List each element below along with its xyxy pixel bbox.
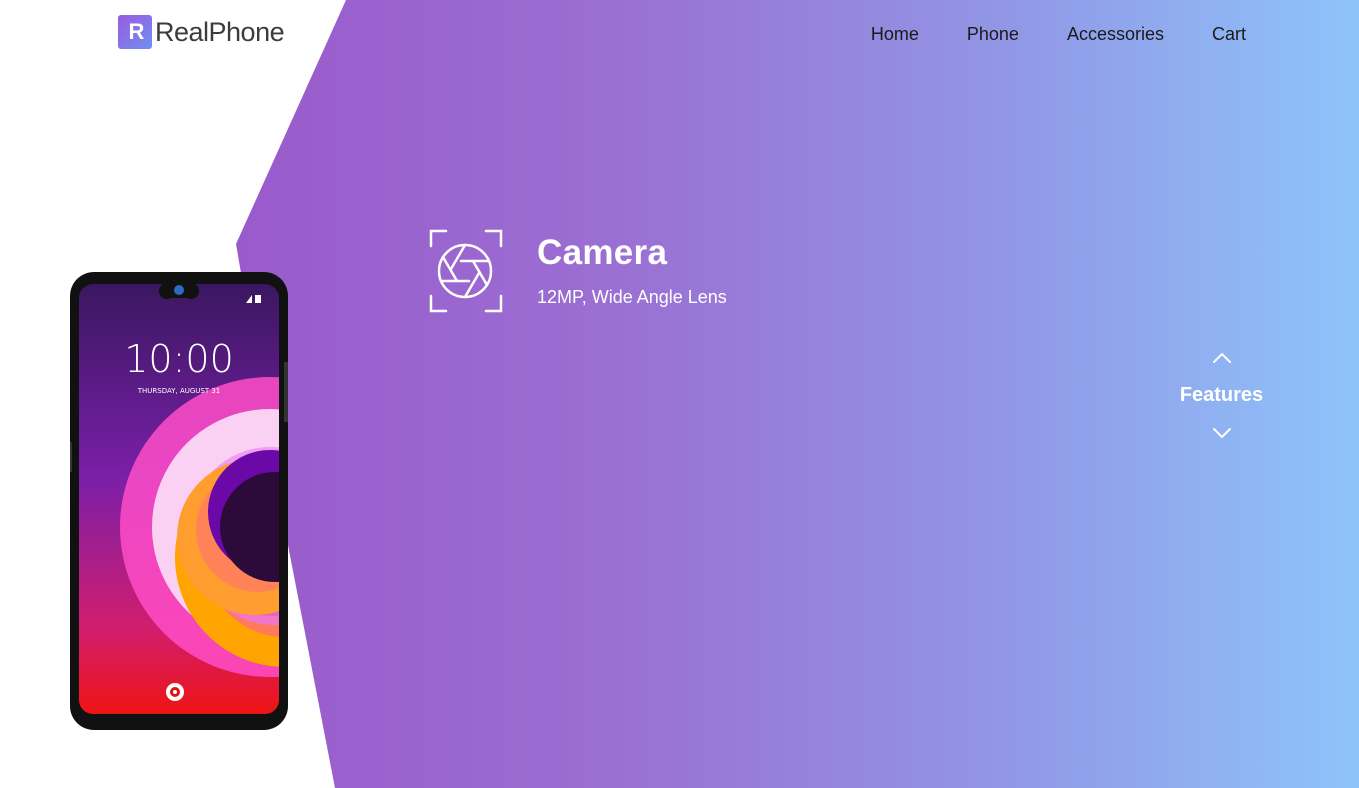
- feature-text: Camera 12MP, Wide Angle Lens: [537, 228, 727, 308]
- camera-aperture-icon: [429, 229, 503, 313]
- chevron-up-icon: [1212, 352, 1231, 363]
- nav-item-accessories[interactable]: Accessories: [1067, 24, 1164, 45]
- chevron-down-icon: [1212, 428, 1231, 439]
- nav-item-cart[interactable]: Cart: [1212, 24, 1246, 45]
- brand-logo-mark: R: [118, 15, 152, 49]
- pager-down-button[interactable]: [1210, 423, 1234, 443]
- brand-logo[interactable]: R RealPhone: [118, 15, 285, 49]
- feature-block: Camera 12MP, Wide Angle Lens: [428, 228, 727, 314]
- brand-name: RealPhone: [155, 16, 285, 47]
- phone-date: THURSDAY, AUGUST 31: [137, 387, 221, 395]
- pager-up-button[interactable]: [1210, 348, 1234, 368]
- phone-product-image: 10:00 THURSDAY, AUGUST 31: [70, 272, 288, 730]
- feature-pager: Features: [1175, 348, 1268, 443]
- pager-label: Features: [1179, 384, 1264, 406]
- nav-item-phone[interactable]: Phone: [967, 24, 1019, 45]
- feature-title: Camera: [537, 233, 668, 272]
- phone-clock: 10:00: [124, 337, 234, 381]
- feature-subtitle: 12MP, Wide Angle Lens: [537, 287, 727, 307]
- nav-item-home[interactable]: Home: [871, 24, 919, 45]
- main-nav: Home Phone Accessories Cart: [871, 24, 1246, 45]
